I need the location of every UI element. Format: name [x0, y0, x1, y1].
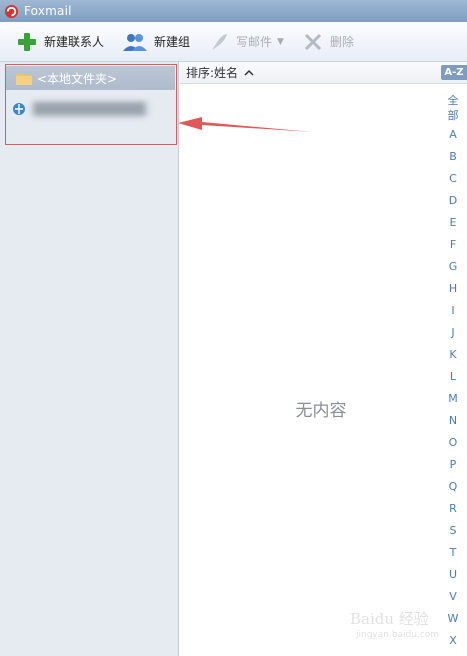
index-letter[interactable]: 部 [439, 107, 467, 123]
delete-button[interactable]: 删除 [296, 28, 360, 56]
index-letter[interactable]: P [439, 458, 467, 471]
sort-bar[interactable]: 排序:姓名 A-Z [180, 62, 467, 84]
account-label: ████████████ [30, 102, 149, 116]
chevron-down-icon[interactable]: ▼ [277, 37, 284, 47]
az-sort-badge[interactable]: A-Z [441, 65, 467, 80]
local-folder-label: <本地文件夹> [37, 71, 118, 86]
index-letter[interactable]: Q [439, 480, 467, 493]
foxmail-logo-icon [4, 4, 19, 18]
index-letter[interactable]: B [439, 150, 467, 163]
index-letter[interactable]: C [439, 172, 467, 185]
chevron-up-icon [244, 69, 254, 76]
contact-list-panel: 排序:姓名 A-Z 无内容 全 部 A B C D E F G H I J K … [180, 62, 467, 656]
index-letter[interactable]: R [439, 502, 467, 515]
sort-label: 排序:姓名 [186, 66, 239, 80]
write-mail-button[interactable]: 写邮件 ▼ [202, 28, 290, 56]
watermark: Baidu 经验 jingyan.baidu.com [350, 600, 460, 650]
window-title: Foxmail [24, 4, 72, 18]
toolbar: 新建联系人 新建组 写邮件 ▼ 删除 [0, 22, 467, 62]
new-contact-button[interactable]: 新建联系人 [10, 28, 110, 56]
index-letter[interactable]: E [439, 216, 467, 229]
index-letter[interactable]: U [439, 568, 467, 581]
new-group-label: 新建组 [154, 35, 191, 49]
index-letter[interactable]: G [439, 260, 467, 273]
group-users-icon [122, 31, 148, 53]
sidebar-item-local-folder[interactable]: <本地文件夹> [6, 66, 175, 90]
index-letter[interactable]: M [439, 392, 467, 405]
empty-state-text: 无内容 [295, 401, 347, 421]
index-letter[interactable]: N [439, 414, 467, 427]
index-letter[interactable]: F [439, 238, 467, 251]
alphabet-index: 全 部 A B C D E F G H I J K L M N O P Q R … [439, 90, 467, 656]
index-letter[interactable]: K [439, 348, 467, 361]
index-letter[interactable]: J [439, 326, 467, 339]
folder-sidebar: <本地文件夹> ████████████ [0, 62, 179, 656]
index-letter[interactable]: A [439, 128, 467, 141]
index-letter[interactable]: I [439, 304, 467, 317]
watermark-line-2: jingyan.baidu.com [356, 630, 440, 640]
index-letter[interactable]: L [439, 370, 467, 383]
new-group-button[interactable]: 新建组 [116, 28, 196, 56]
index-letter[interactable]: S [439, 524, 467, 537]
quill-pen-icon [208, 31, 230, 53]
sidebar-item-account[interactable]: ████████████ [12, 98, 172, 120]
index-letter[interactable]: D [439, 194, 467, 207]
index-letter[interactable]: H [439, 282, 467, 295]
delete-x-icon [302, 31, 324, 53]
index-letter[interactable]: 全 [439, 92, 467, 108]
index-letter[interactable]: O [439, 436, 467, 449]
new-contact-label: 新建联系人 [44, 35, 105, 49]
index-letter[interactable]: T [439, 546, 467, 559]
plus-icon [16, 31, 38, 53]
folder-icon [16, 73, 32, 85]
title-bar: Foxmail [0, 0, 467, 22]
account-globe-icon [13, 103, 25, 115]
delete-label: 删除 [329, 35, 354, 49]
watermark-line-1: Baidu 经验 [350, 610, 429, 628]
write-mail-label: 写邮件 [236, 35, 273, 49]
